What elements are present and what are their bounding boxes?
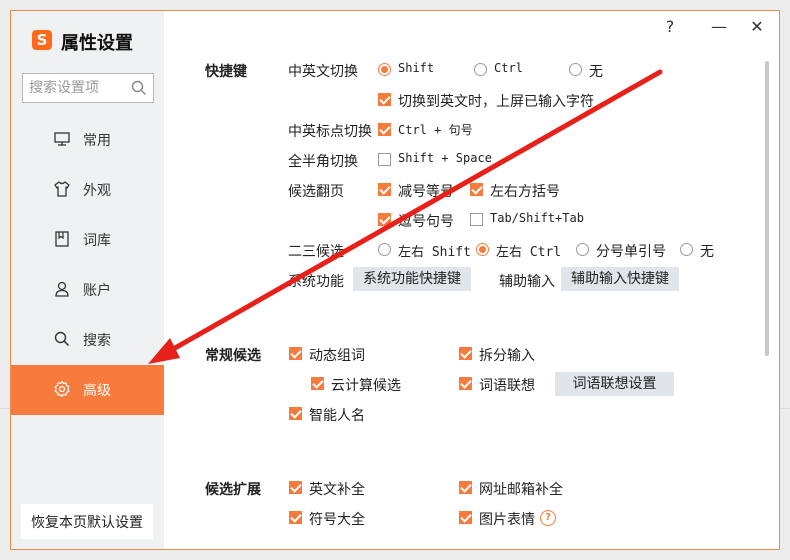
option-label: Shift [398,61,435,75]
option-label: Ctrl [494,61,523,75]
width-switch-label: 全半角切换 [288,154,358,170]
option-label: 词语联想 [479,378,535,394]
option-label: 图片表情 [479,512,535,528]
checkbox[interactable] [378,93,391,106]
checkbox[interactable] [289,407,302,420]
user-icon [55,281,69,297]
option-label: 网址邮箱补全 [479,482,563,498]
radio-button[interactable] [378,63,391,76]
search-box[interactable] [22,73,154,103]
gear-icon [54,380,70,398]
minimize-button[interactable]: — [708,17,730,39]
restore-defaults-button[interactable]: 恢复本页默认设置 [21,504,153,539]
help-circle-icon[interactable]: ? [540,510,556,526]
option-label: 无 [589,64,603,80]
option-label: 无 [700,244,714,260]
search-icon [54,331,70,347]
nav-item-label: 账户 [83,283,111,299]
radio-button[interactable] [476,243,489,256]
radio-button[interactable] [569,63,582,76]
nav-item-search[interactable]: 搜索 [11,315,164,365]
checkbox[interactable] [459,481,472,494]
cn-en-switch-label: 中英文切换 [288,64,358,80]
checkbox[interactable] [378,183,391,196]
system-shortcut-button[interactable]: 系统功能快捷键 [353,267,471,291]
section-title-extensions: 候选扩展 [205,482,261,498]
checkbox[interactable] [378,123,391,136]
nav-item-label: 常用 [83,133,111,149]
checkbox[interactable] [459,377,472,390]
checkbox[interactable] [459,511,472,524]
close-button[interactable]: ✕ [746,17,768,39]
section-title-shortcuts: 快捷键 [205,64,247,80]
help-button[interactable]: ? [659,17,681,39]
aux-input-shortcut-button[interactable]: 辅助输入快捷键 [561,267,679,291]
page-turn-label: 候选翻页 [288,184,344,200]
sidebar: S 属性设置 常用 外观 [11,11,164,549]
second-third-label: 二三候选 [288,244,344,260]
option-label: 拆分输入 [479,348,535,364]
option-label: 左右 Shift [398,245,471,260]
radio-button[interactable] [576,243,589,256]
option-label: 左右方括号 [490,184,560,200]
settings-window: S 属性设置 常用 外观 [10,10,780,550]
checkbox[interactable] [470,213,483,226]
checkbox[interactable] [311,377,324,390]
system-function-label: 系统功能 [288,274,344,290]
radio-button[interactable] [378,243,391,256]
nav-item-advanced[interactable]: 高级 [11,365,164,415]
option-label: 云计算候选 [331,378,401,394]
option-label: 逗号句号 [398,214,454,230]
nav-item-label: 外观 [83,183,111,199]
nav-item-label: 词库 [83,233,111,249]
option-label: 英文补全 [309,482,365,498]
option-label: Tab/Shift+Tab [490,211,584,225]
nav-item-common[interactable]: 常用 [11,115,164,165]
nav-item-label: 搜索 [83,333,111,349]
sogou-logo-icon: S [32,30,52,50]
option-label: Shift + Space [398,151,492,165]
scrollbar[interactable] [765,61,769,356]
checkbox[interactable] [459,347,472,360]
section-title-candidates: 常规候选 [205,348,261,364]
option-label: Ctrl + 句号 [398,123,473,137]
window-title: 属性设置 [61,33,133,54]
nav-item-dictionary[interactable]: 词库 [11,215,164,265]
association-settings-button[interactable]: 词语联想设置 [555,372,674,396]
nav-item-account[interactable]: 账户 [11,265,164,315]
checkbox[interactable] [289,481,302,494]
checkbox[interactable] [289,511,302,524]
search-input[interactable] [23,74,129,102]
search-icon[interactable] [131,80,147,96]
book-icon [55,231,69,247]
option-label: 切换到英文时，上屏已输入字符 [398,94,594,110]
option-label: 符号大全 [309,512,365,528]
checkbox[interactable] [289,347,302,360]
option-label: 智能人名 [309,408,365,424]
option-label: 减号等号 [398,184,454,200]
checkbox[interactable] [470,183,483,196]
option-label: 动态组词 [309,348,365,364]
radio-button[interactable] [474,63,487,76]
option-label: 左右 Ctrl [496,245,562,260]
option-label: 分号单引号 [596,244,666,260]
radio-button[interactable] [680,243,693,256]
nav-item-appearance[interactable]: 外观 [11,165,164,215]
nav-item-label: 高级 [83,383,111,399]
punct-switch-label: 中英标点切换 [288,124,372,140]
aux-input-label: 辅助输入 [499,274,555,290]
shirt-icon [54,181,70,197]
monitor-icon [54,132,70,146]
checkbox[interactable] [378,213,391,226]
checkbox[interactable] [378,153,391,166]
